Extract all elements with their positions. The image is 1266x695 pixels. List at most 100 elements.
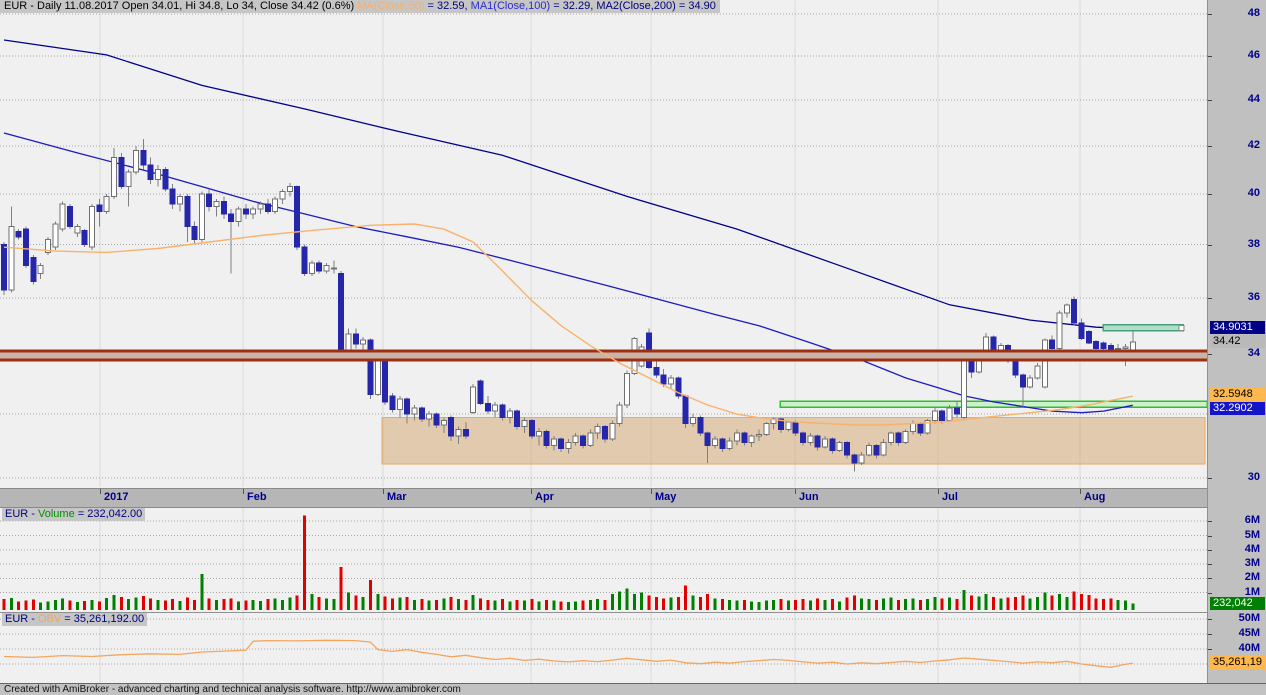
down-candle: [206, 193, 213, 207]
down-candle: [799, 432, 806, 443]
up-candle: [250, 208, 257, 215]
up-candle: [726, 440, 733, 450]
volume-bar-up: [911, 598, 915, 610]
down-candle: [1012, 359, 1019, 376]
title-segment: MA1(Close,100): [470, 0, 551, 12]
obv-value-badge: 35,261,19: [1210, 656, 1265, 670]
axis-tick-mark: [1208, 354, 1212, 356]
down-candle: [939, 410, 946, 421]
status-text: Created with AmiBroker - advanced charti…: [4, 684, 461, 695]
down-candle: [814, 435, 821, 448]
title-segment: EUR - Daily 11.08.2017 Open 34.01, Hi 34…: [4, 0, 358, 12]
down-candle: [462, 429, 469, 437]
volume-bar-up: [808, 600, 812, 610]
volume-value-badge: 232,042: [1210, 596, 1265, 610]
volume-bar-down: [24, 600, 28, 610]
volume-bar-down: [852, 595, 856, 610]
axis-tick-mark: [1208, 477, 1212, 479]
obv-line: [3, 639, 1133, 668]
volume-bar-up: [281, 599, 285, 610]
obv-tick-label: 45M: [1238, 627, 1260, 639]
price-chart-canvas[interactable]: [0, 0, 1207, 487]
target-box-handle: [1178, 324, 1185, 331]
up-candle: [110, 157, 117, 197]
obv-pane-title: EUR - OBV = 35,261,192.00: [2, 613, 148, 626]
up-candle: [308, 262, 315, 275]
volume-bar-up: [640, 592, 644, 610]
obv-chart-canvas[interactable]: [0, 613, 1207, 683]
volume-bar-up: [178, 600, 182, 610]
up-candle: [946, 407, 953, 421]
obv-title-segment: OBV: [38, 613, 62, 625]
volume-bar-up: [823, 599, 827, 610]
up-candle: [521, 419, 528, 428]
volume-bar-up: [757, 601, 761, 610]
axis-tick-mark: [1208, 297, 1212, 299]
volume-bar-down: [207, 598, 211, 610]
volume-bar-up: [786, 600, 790, 610]
volume-bar-down: [2, 599, 6, 610]
title-segment: = 32.59,: [424, 0, 471, 12]
down-candle: [719, 438, 726, 450]
volume-bar-down: [193, 599, 197, 610]
title-segment: = 32.29,: [550, 0, 597, 12]
volume-bar-down: [68, 600, 72, 610]
volume-bar-down: [816, 598, 820, 610]
volume-bar-down: [478, 598, 482, 610]
up-candle: [257, 203, 264, 210]
volume-bar-down: [266, 599, 270, 610]
date-label-apr: Apr: [535, 491, 554, 503]
volume-chart-canvas[interactable]: [0, 508, 1207, 612]
up-candle: [609, 422, 616, 440]
volume-bar-up: [75, 601, 79, 610]
volume-bar-up: [1116, 599, 1120, 610]
price-tick-label: 34: [1247, 347, 1260, 360]
date-tick-mark: [383, 489, 384, 494]
up-candle: [8, 226, 15, 291]
date-axis[interactable]: 2017 Feb Mar Apr May Jun Jul Aug: [0, 488, 1266, 508]
volume-bar-down: [390, 598, 394, 610]
down-candle: [602, 426, 609, 440]
volume-bar-up: [735, 600, 739, 610]
axis-tick-mark: [1208, 619, 1212, 620]
up-candle: [396, 398, 403, 411]
volume-bar-up: [361, 596, 365, 610]
volume-bar-down: [317, 596, 321, 610]
status-bar: Created with AmiBroker - advanced charti…: [0, 683, 1266, 695]
volume-bar-down: [742, 599, 746, 610]
target-box: [1102, 324, 1184, 332]
volume-bar-down: [185, 597, 189, 610]
volume-bar-up: [39, 602, 43, 610]
up-candle: [931, 410, 938, 421]
up-candle: [748, 435, 755, 443]
up-candle: [279, 190, 286, 200]
price-tick-label: 46: [1247, 49, 1260, 61]
up-candle: [550, 438, 557, 447]
up-candle: [1034, 365, 1041, 379]
down-candle: [653, 367, 660, 376]
volume-bar-up: [999, 598, 1003, 610]
volume-bar-down: [97, 601, 101, 610]
volume-bar-up: [984, 594, 988, 610]
ma100-value-badge: 32.2902: [1210, 401, 1265, 415]
pane-divider[interactable]: [0, 612, 1207, 613]
price-axis[interactable]: 48 46 44 42 40 38 36 34 30 6M 5M 4M 3M 2M 1M 50M 45M 40M 3…: [1207, 0, 1266, 683]
volume-bar-up: [310, 594, 314, 610]
up-candle: [880, 441, 887, 456]
down-candle: [162, 169, 169, 190]
volume-bar-up: [860, 598, 864, 610]
date-tick-mark: [651, 489, 652, 494]
up-candle: [616, 404, 623, 424]
volume-bar-down: [654, 596, 658, 610]
volume-bar-up: [713, 598, 717, 610]
volume-bar-up: [596, 599, 600, 610]
volume-bar-up: [962, 589, 966, 610]
up-candle: [374, 359, 381, 395]
volume-bar-up: [1036, 596, 1040, 610]
price-tick-label: 44: [1247, 92, 1260, 105]
volume-bar-up: [134, 597, 138, 610]
up-candle: [125, 171, 132, 188]
down-candle: [316, 262, 323, 272]
volume-bar-down: [1021, 595, 1025, 610]
volume-bar-up: [926, 599, 930, 610]
